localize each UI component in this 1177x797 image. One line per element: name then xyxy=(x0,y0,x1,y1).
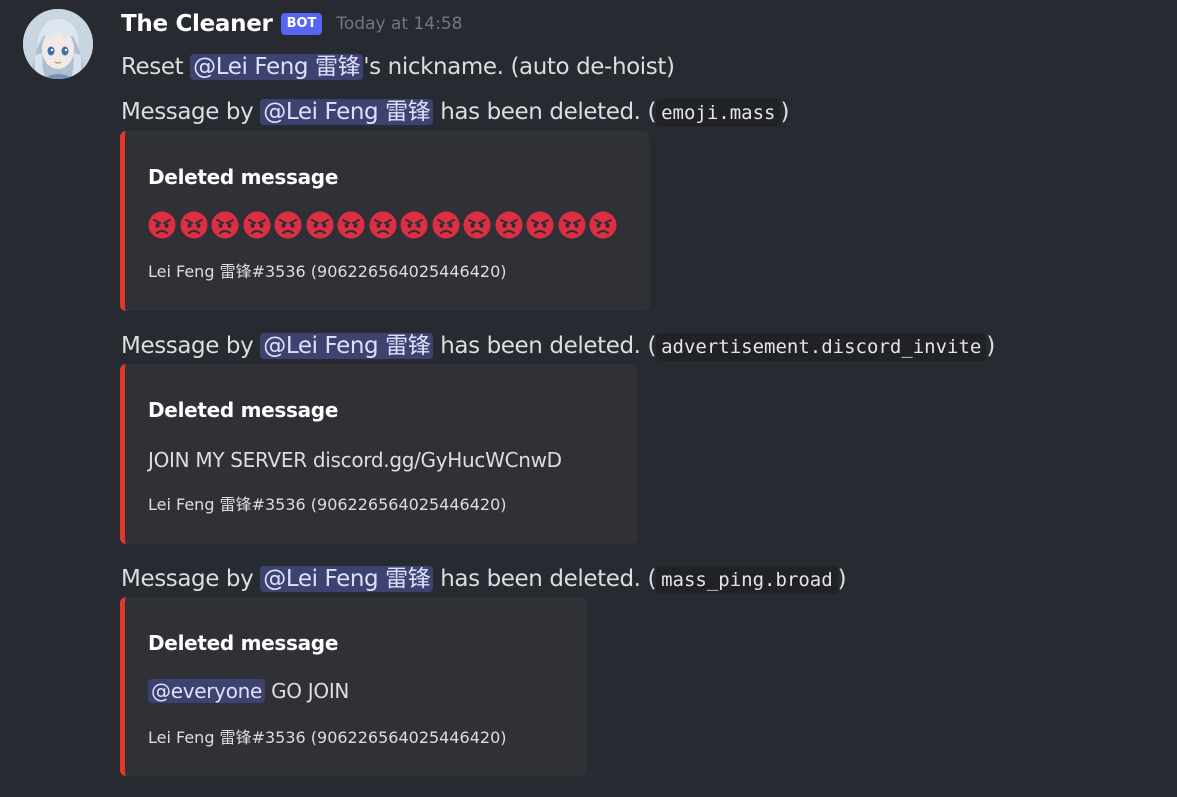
user-mention[interactable]: @Lei Feng 雷锋 xyxy=(260,99,434,125)
embed-title: Deleted message xyxy=(148,165,339,189)
deletion-close: ) xyxy=(986,333,995,359)
avatar[interactable] xyxy=(23,9,93,79)
angry-face-icon xyxy=(274,211,302,239)
everyone-mention[interactable]: @everyone xyxy=(148,679,266,703)
deletion-reason: advertisement.discord_invite xyxy=(656,333,987,361)
angry-face-icon xyxy=(589,211,617,239)
deletion-prefix: Message by xyxy=(121,566,261,592)
reset-suffix: 's nickname. (auto de-hoist) xyxy=(363,54,675,80)
deleted-message-embed: Deleted message @everyone GO JOIN Lei Fe… xyxy=(120,597,587,776)
angry-face-icon xyxy=(432,211,459,239)
embed-footer: Lei Feng 雷锋#3536 (906226564025446420) xyxy=(148,728,507,747)
deletion-reason: emoji.mass xyxy=(656,99,781,127)
embed-footer: Lei Feng 雷锋#3536 (906226564025446420) xyxy=(148,495,507,514)
embed-title: Deleted message xyxy=(148,398,339,422)
angry-face-icon xyxy=(180,211,207,239)
angry-face-icon xyxy=(306,211,333,239)
message-header: The Cleaner BOT Today at 14:58 xyxy=(121,8,462,40)
angry-face-icon xyxy=(369,211,396,239)
deletion-prefix: Message by xyxy=(121,333,261,359)
angry-face-icon xyxy=(211,211,239,239)
deletion-middle: has been deleted. ( xyxy=(433,333,657,359)
deletion-line: Message by @Lei Feng 雷锋 has been deleted… xyxy=(121,92,790,127)
user-mention[interactable]: @Lei Feng 雷锋 xyxy=(260,333,434,359)
angry-face-icon xyxy=(495,211,522,239)
angry-face-icon xyxy=(463,211,491,239)
deletion-middle: has been deleted. ( xyxy=(433,99,657,125)
deletion-reason: mass_ping.broad xyxy=(656,566,838,594)
angry-face-icon xyxy=(148,211,176,239)
author-name[interactable]: The Cleaner xyxy=(121,11,273,37)
reset-prefix: Reset xyxy=(121,54,191,80)
embed-content-text: GO JOIN xyxy=(265,679,350,703)
deletion-line: Message by @Lei Feng 雷锋 has been deleted… xyxy=(121,326,995,361)
angry-face-icon xyxy=(400,211,428,239)
embed-content: @everyone GO JOIN xyxy=(148,679,349,703)
embed-footer: Lei Feng 雷锋#3536 (906226564025446420) xyxy=(148,262,507,281)
deletion-line: Message by @Lei Feng 雷锋 has been deleted… xyxy=(121,559,847,594)
angry-face-icon xyxy=(243,211,270,239)
embed-content: JOIN MY SERVER discord.gg/GyHucWCnwD xyxy=(148,448,562,472)
deletion-prefix: Message by xyxy=(121,99,261,125)
angry-face-icon xyxy=(558,211,585,239)
chat-message: The Cleaner BOT Today at 14:58 Reset @Le… xyxy=(0,0,1177,797)
user-mention[interactable]: @Lei Feng 雷锋 xyxy=(190,54,364,80)
deleted-message-embed: Deleted message Lei Feng 雷锋#3536 (906226… xyxy=(120,131,650,311)
deleted-message-embed: Deleted message JOIN MY SERVER discord.g… xyxy=(120,364,638,544)
angry-face-icon xyxy=(526,211,554,239)
embed-title: Deleted message xyxy=(148,631,339,655)
anime-avatar-icon xyxy=(23,9,93,79)
bot-badge: BOT xyxy=(280,13,323,35)
reset-nickname-line: Reset @Lei Feng 雷锋's nickname. (auto de-… xyxy=(121,47,675,81)
deletion-middle: has been deleted. ( xyxy=(433,566,657,592)
deletion-close: ) xyxy=(780,99,790,125)
user-mention[interactable]: @Lei Feng 雷锋 xyxy=(260,566,434,592)
angry-face-icon xyxy=(337,211,365,239)
embed-emoji-content xyxy=(148,211,621,239)
message-timestamp[interactable]: Today at 14:58 xyxy=(336,14,462,34)
deletion-close: ) xyxy=(837,566,847,592)
